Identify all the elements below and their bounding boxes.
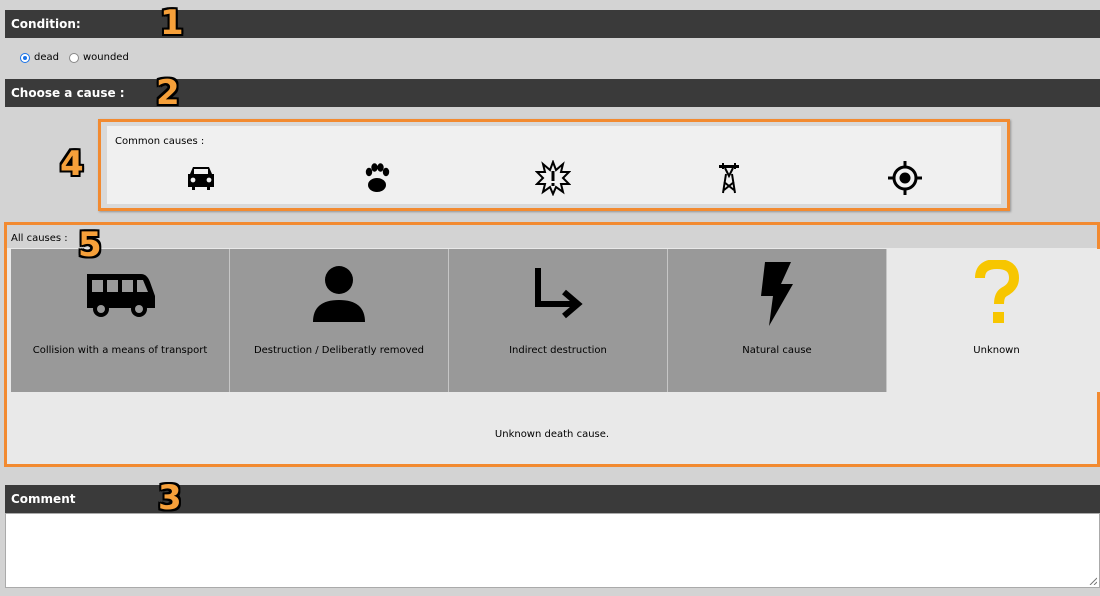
condition-radio-group: dead wounded bbox=[20, 52, 135, 63]
annotation-marker-5: 5 bbox=[78, 225, 102, 265]
cause-tile-label: Destruction / Deliberatly removed bbox=[253, 345, 425, 356]
all-causes-header bbox=[7, 225, 1097, 248]
common-causes-inner: Common causes : bbox=[107, 126, 1001, 204]
comment-textarea[interactable] bbox=[5, 513, 1100, 588]
cause-tiles: Collision with a means of transport Dest… bbox=[11, 249, 1100, 392]
power-pylon-icon[interactable] bbox=[711, 160, 751, 200]
all-causes-panel: All causes : Collision with a means of t… bbox=[4, 222, 1100, 467]
cause-tile-destruction[interactable]: Destruction / Deliberatly removed bbox=[230, 249, 449, 392]
crosshair-icon[interactable] bbox=[887, 160, 927, 200]
common-causes-panel: Common causes : bbox=[98, 119, 1010, 211]
cause-description: Unknown death cause. bbox=[494, 429, 610, 440]
annotation-marker-4: 4 bbox=[60, 144, 84, 184]
annotation-marker-1: 1 bbox=[160, 3, 184, 43]
cause-tile-unknown[interactable]: Unknown bbox=[887, 249, 1100, 392]
radio-wounded-label: wounded bbox=[82, 52, 129, 63]
cause-tile-label: Natural cause bbox=[742, 345, 812, 356]
explosion-icon[interactable] bbox=[534, 159, 575, 200]
paw-icon[interactable] bbox=[359, 160, 399, 200]
all-causes-label: All causes : bbox=[11, 233, 68, 244]
radio-dead[interactable] bbox=[20, 52, 30, 63]
resize-grip-icon[interactable] bbox=[1089, 577, 1097, 585]
annotation-marker-3: 3 bbox=[158, 478, 182, 518]
question-icon bbox=[887, 259, 1100, 329]
cause-tile-label: Indirect destruction bbox=[509, 345, 607, 356]
cause-tile-natural[interactable]: Natural cause bbox=[668, 249, 887, 392]
radio-dead-label: dead bbox=[34, 52, 59, 63]
van-icon bbox=[11, 259, 229, 329]
cause-tile-collision[interactable]: Collision with a means of transport bbox=[11, 249, 230, 392]
radio-wounded[interactable] bbox=[68, 52, 79, 63]
car-icon[interactable] bbox=[183, 160, 223, 200]
cause-tile-indirect[interactable]: Indirect destruction bbox=[449, 249, 668, 392]
arrow-down-right-icon bbox=[449, 259, 667, 329]
common-causes-label: Common causes : bbox=[115, 136, 205, 147]
common-causes-icons bbox=[107, 159, 1001, 200]
annotation-marker-2: 2 bbox=[156, 73, 180, 113]
lightning-icon bbox=[668, 259, 886, 329]
person-icon bbox=[230, 259, 448, 329]
cause-tile-label: Unknown bbox=[973, 345, 1020, 356]
cause-tile-label: Collision with a means of transport bbox=[32, 345, 208, 356]
